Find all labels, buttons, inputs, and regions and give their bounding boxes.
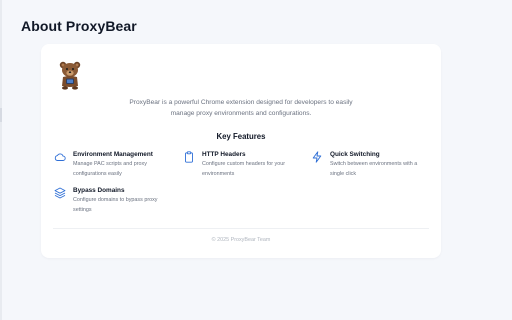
footer-copyright: © 2025 ProxyBear Team (211, 237, 271, 243)
feature-description: Switch between environments with a singl… (330, 161, 418, 177)
feature-title: Bypass Domains (73, 187, 125, 194)
page-title: About ProxyBear (21, 18, 137, 34)
window-left-edge (0, 0, 2, 320)
key-features-heading: Key Features (216, 132, 266, 141)
clipboard-icon (185, 151, 193, 163)
feature-description: Configure custom headers for your enviro… (202, 161, 285, 177)
feature-environment-management: Environment Management Manage PAC script… (54, 151, 174, 181)
feature-description: Manage PAC scripts and proxy configurati… (73, 161, 147, 177)
feature-title: Environment Management (73, 151, 153, 158)
feature-bypass-domains: Bypass Domains Configure domains to bypa… (54, 187, 174, 217)
layers-icon (54, 187, 66, 199)
bear-logo-icon (59, 61, 81, 90)
cloud-icon (54, 153, 66, 161)
feature-quick-switching: Quick Switching Switch between environme… (311, 151, 431, 181)
feature-http-headers: HTTP Headers Configure custom headers fo… (183, 151, 303, 181)
feature-title: Quick Switching (330, 151, 380, 158)
sidebar-collapse-handle[interactable] (0, 108, 2, 122)
lightning-icon (312, 151, 322, 163)
footer-divider (53, 228, 429, 229)
app-description: ProxyBear is a powerful Chrome extension… (129, 99, 353, 117)
about-card: ProxyBear is a powerful Chrome extension… (41, 44, 441, 258)
feature-title: HTTP Headers (202, 151, 246, 158)
feature-description: Configure domains to bypass proxy settin… (73, 197, 158, 213)
